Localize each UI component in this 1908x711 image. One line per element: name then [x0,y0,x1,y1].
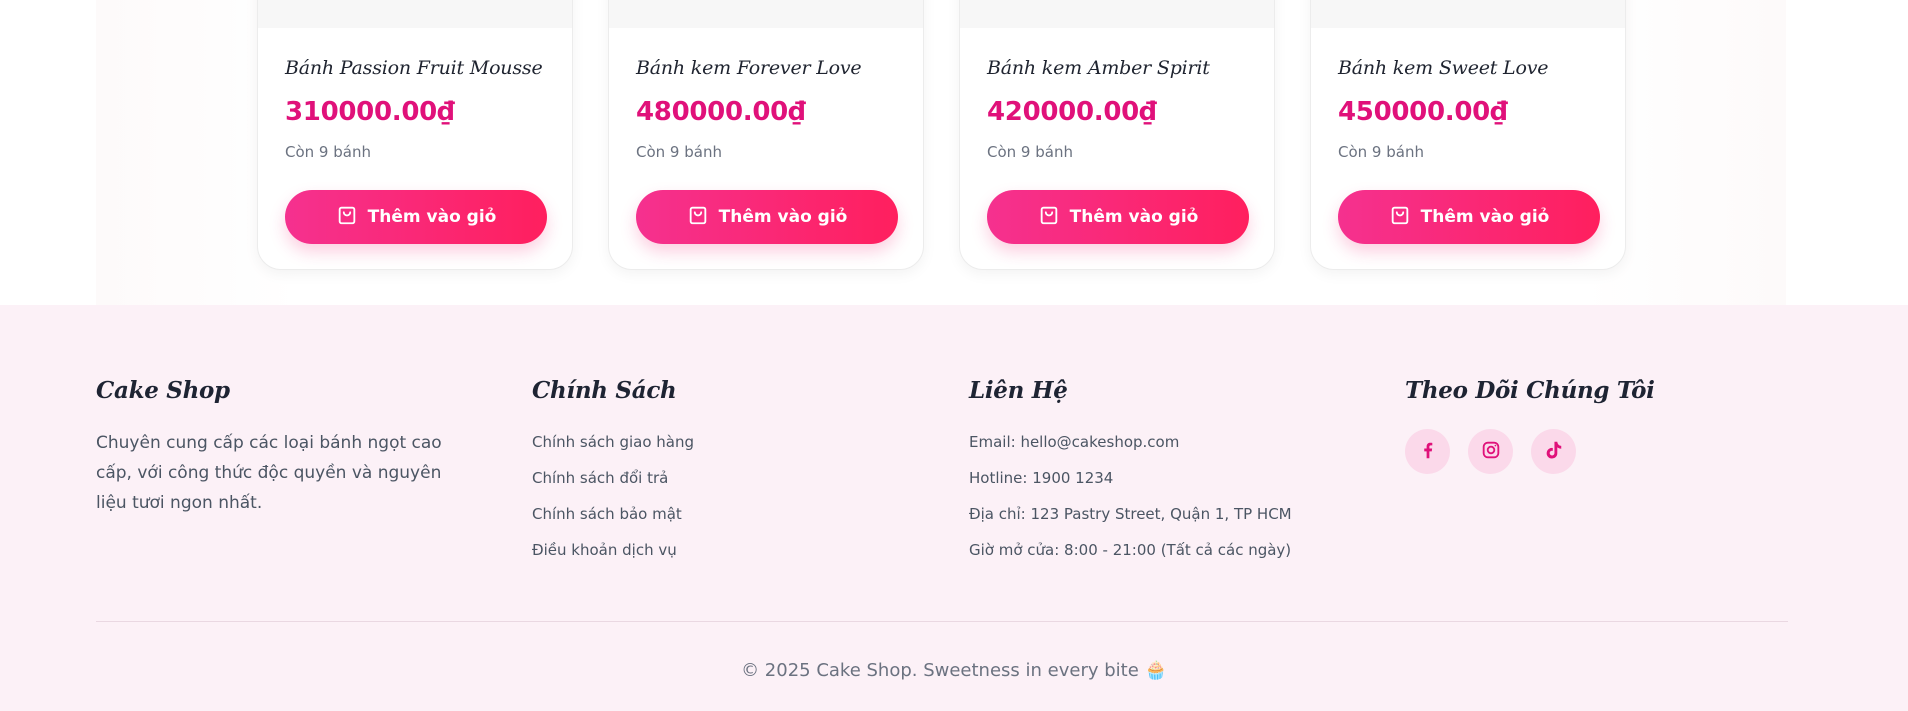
policy-link-privacy[interactable]: Chính sách bảo mật [532,505,682,523]
add-to-cart-button[interactable]: Thêm vào giỏ [1338,190,1600,244]
product-stock: Còn 9 bánh [285,143,371,161]
site-footer: Cake Shop Chuyên cung cấp các loại bánh … [0,305,1908,711]
product-image[interactable] [258,0,572,28]
footer-social-heading: Theo Dõi Chúng Tôi [1405,377,1655,404]
contact-email: Email: hello@cakeshop.com [969,433,1180,451]
contact-list: Email: hello@cakeshop.com Hotline: 1900 … [969,431,1292,575]
tiktok-icon [1543,439,1565,465]
product-grid: Bánh Passion Fruit Mousse 310000.00₫ Còn… [96,0,1786,305]
copyright-text: © 2025 Cake Shop. Sweetness in every bit… [741,660,1167,681]
product-price: 310000.00₫ [285,97,455,127]
product-image[interactable] [1311,0,1625,28]
policy-links: Chính sách giao hàng Chính sách đổi trả … [532,431,694,575]
product-section: Bánh Passion Fruit Mousse 310000.00₫ Còn… [0,0,1908,305]
footer-description: Chuyên cung cấp các loại bánh ngọt cao c… [96,433,442,513]
instagram-link[interactable] [1468,429,1513,474]
product-stock: Còn 9 bánh [987,143,1073,161]
add-to-cart-button[interactable]: Thêm vào giỏ [636,190,898,244]
social-links [1405,429,1655,474]
footer-policy: Chính Sách Chính sách giao hàng Chính sá… [532,377,694,575]
footer-policy-heading: Chính Sách [532,377,677,404]
product-name[interactable]: Bánh kem Amber Spirit [987,57,1210,79]
instagram-icon [1480,439,1502,465]
product-image[interactable] [609,0,923,28]
policy-link-item: Chính sách bảo mật [532,503,694,539]
policy-link-item: Điều khoản dịch vụ [532,539,694,575]
product-stock: Còn 9 bánh [636,143,722,161]
facebook-link[interactable] [1405,429,1450,474]
footer-divider [96,621,1788,622]
product-name[interactable]: Bánh kem Sweet Love [1338,57,1548,79]
shopping-bag-icon [1038,204,1060,231]
product-name[interactable]: Bánh kem Forever Love [636,57,862,79]
footer-about: Cake Shop Chuyên cung cấp các loại bánh … [96,377,466,518]
policy-link-shipping[interactable]: Chính sách giao hàng [532,433,694,451]
footer-brand-heading: Cake Shop [96,377,230,404]
add-to-cart-label: Thêm vào giỏ [1420,207,1550,227]
product-image[interactable] [960,0,1274,28]
product-card: Bánh Passion Fruit Mousse 310000.00₫ Còn… [257,0,573,270]
product-price: 450000.00₫ [1338,97,1508,127]
shopping-bag-icon [687,204,709,231]
footer-contact-heading: Liên Hệ [969,377,1068,404]
policy-link-item: Chính sách đổi trả [532,467,694,503]
footer-social: Theo Dõi Chúng Tôi [1405,377,1655,474]
add-to-cart-label: Thêm vào giỏ [367,207,497,227]
add-to-cart-button[interactable]: Thêm vào giỏ [285,190,547,244]
contact-hours: Giờ mở cửa: 8:00 - 21:00 (Tất cả các ngà… [969,541,1292,559]
shopping-bag-icon [336,204,358,231]
contact-hotline: Hotline: 1900 1234 [969,469,1114,487]
policy-link-item: Chính sách giao hàng [532,431,694,467]
product-stock: Còn 9 bánh [1338,143,1424,161]
facebook-icon [1417,439,1439,465]
product-price: 480000.00₫ [636,97,806,127]
add-to-cart-button[interactable]: Thêm vào giỏ [987,190,1249,244]
product-name[interactable]: Bánh Passion Fruit Mousse [285,57,543,79]
policy-link-returns[interactable]: Chính sách đổi trả [532,469,668,487]
contact-address: Địa chỉ: 123 Pastry Street, Quận 1, TP H… [969,505,1292,523]
tiktok-link[interactable] [1531,429,1576,474]
product-card: Bánh kem Forever Love 480000.00₫ Còn 9 b… [608,0,924,270]
shopping-bag-icon [1389,204,1411,231]
product-card: Bánh kem Amber Spirit 420000.00₫ Còn 9 b… [959,0,1275,270]
add-to-cart-label: Thêm vào giỏ [718,207,848,227]
footer-contact: Liên Hệ Email: hello@cakeshop.com Hotlin… [969,377,1292,575]
policy-link-terms[interactable]: Điều khoản dịch vụ [532,541,677,559]
product-price: 420000.00₫ [987,97,1157,127]
add-to-cart-label: Thêm vào giỏ [1069,207,1199,227]
product-card: Bánh kem Sweet Love 450000.00₫ Còn 9 bán… [1310,0,1626,270]
